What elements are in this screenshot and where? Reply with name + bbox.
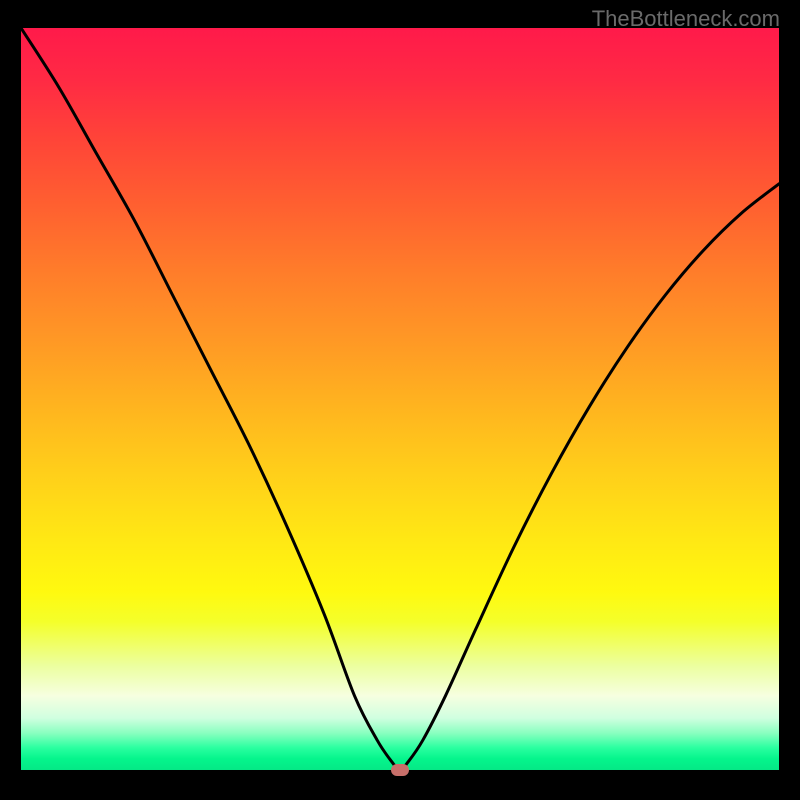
watermark-text: TheBottleneck.com	[592, 6, 780, 32]
bottleneck-curve	[21, 28, 779, 770]
chart-area	[21, 28, 779, 770]
optimum-marker	[391, 764, 409, 776]
